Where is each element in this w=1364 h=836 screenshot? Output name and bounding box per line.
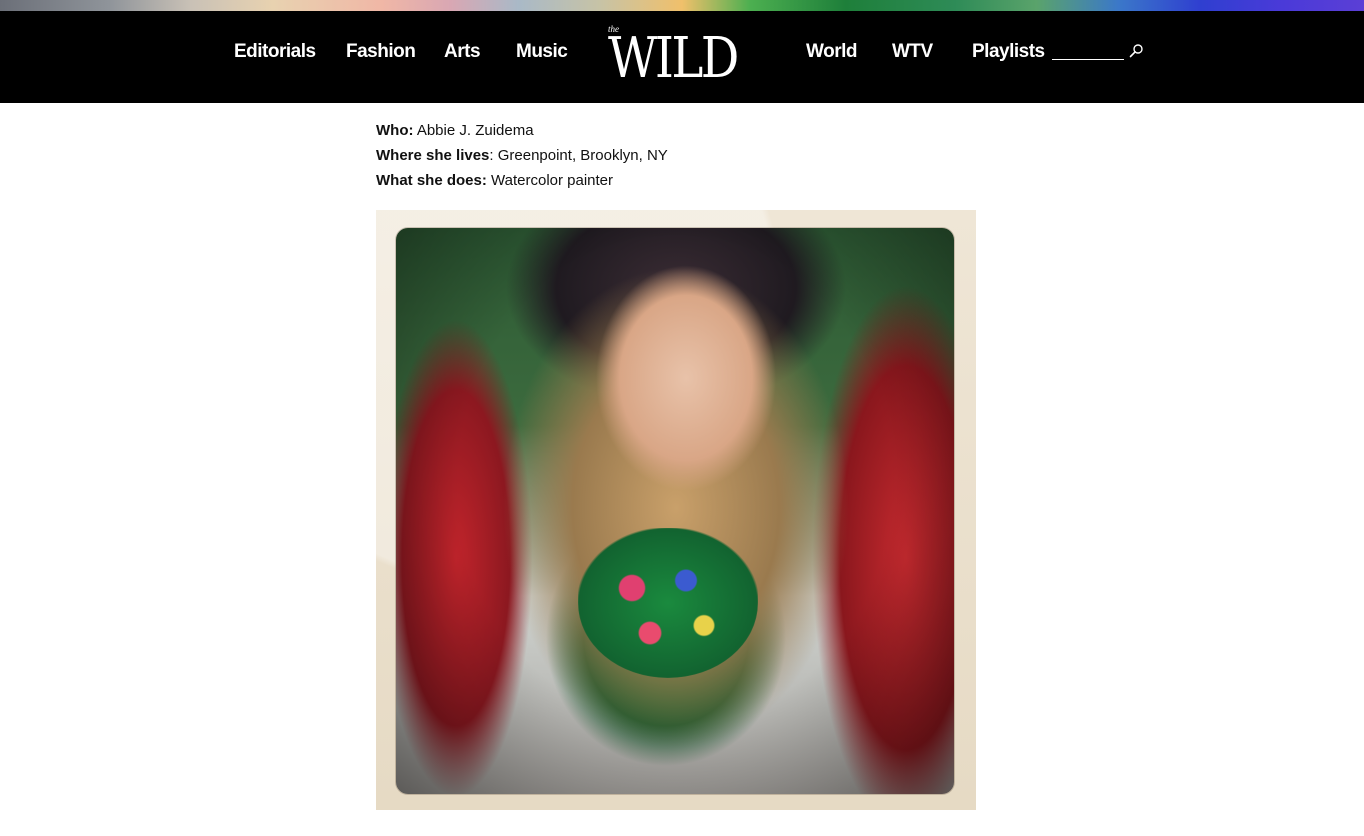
profile-lives: Where she lives: Greenpoint, Brooklyn, N…	[376, 143, 668, 168]
nav-playlists[interactable]: Playlists	[972, 41, 1045, 63]
nav-fashion[interactable]: Fashion	[346, 41, 416, 63]
main-navbar: Editorials Fashion Arts Music the WILD W…	[0, 11, 1364, 103]
search-icon[interactable]	[1128, 43, 1144, 59]
top-color-strip	[0, 0, 1364, 11]
who-label: Who:	[376, 122, 414, 139]
who-value: Abbie J. Zuidema	[413, 122, 534, 139]
does-label: What she does:	[376, 172, 487, 189]
profile-does: What she does: Watercolor painter	[376, 168, 668, 193]
search-input[interactable]	[1052, 41, 1124, 60]
does-value: Watercolor painter	[486, 172, 614, 189]
lives-value: : Greenpoint, Brooklyn, NY	[489, 147, 668, 164]
nav-arts[interactable]: Arts	[444, 41, 481, 63]
nav-music[interactable]: Music	[516, 41, 568, 63]
search-box	[1052, 39, 1152, 63]
nav-editorials[interactable]: Editorials	[234, 41, 316, 63]
profile-info: Who: Abbie J. Zuidema Where she lives: G…	[376, 118, 668, 193]
nav-wtv[interactable]: WTV	[892, 41, 933, 63]
portrait-photo-frame	[376, 210, 976, 810]
portrait-photo	[396, 228, 954, 794]
logo-wordmark: WILD	[608, 26, 739, 91]
site-logo[interactable]: the WILD	[608, 24, 758, 96]
photo-vignette	[396, 228, 954, 794]
profile-who: Who: Abbie J. Zuidema	[376, 118, 668, 143]
nav-world[interactable]: World	[806, 41, 857, 63]
lives-label: Where she lives	[376, 147, 490, 164]
